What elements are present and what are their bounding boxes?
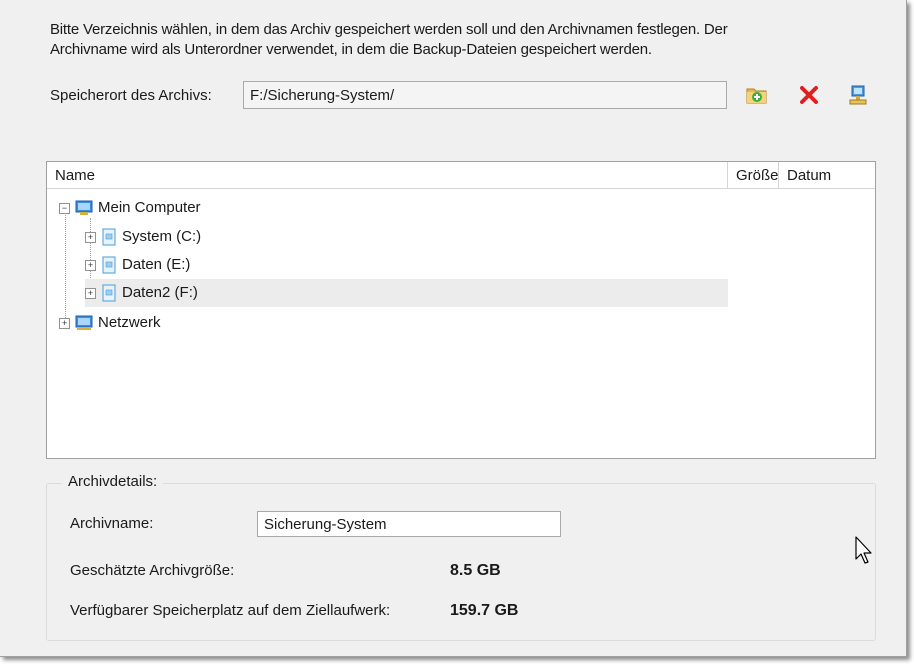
- backup-location-dialog: Bitte Verzeichnis wählen, in dem das Arc…: [0, 0, 907, 657]
- computer-icon: [75, 200, 93, 215]
- free-space-label: Verfügbarer Speicherplatz auf dem Ziella…: [70, 602, 391, 619]
- tree-item-daten-e[interactable]: + Daten (E:): [85, 251, 685, 279]
- tree-item-label: Daten2 (F:): [122, 284, 198, 301]
- estimated-size-label: Geschätzte Archivgröße:: [70, 562, 235, 579]
- tree-item-netzwerk[interactable]: + Netzwerk: [59, 309, 659, 337]
- tree-item-label: Mein Computer: [98, 199, 201, 216]
- archive-details-title: Archivdetails:: [62, 472, 164, 492]
- drive-icon: [102, 256, 116, 274]
- expand-toggle[interactable]: +: [59, 317, 70, 329]
- delete-icon: [800, 86, 818, 104]
- location-label: Speicherort des Archivs:: [50, 87, 212, 104]
- network-icon: [75, 315, 93, 330]
- tree-item-label: Daten (E:): [122, 256, 191, 273]
- mouse-cursor-icon: [855, 536, 872, 564]
- drive-icon: [102, 284, 116, 302]
- location-input[interactable]: [243, 81, 727, 109]
- delete-button[interactable]: [795, 82, 823, 108]
- tree-item-label: System (C:): [122, 228, 202, 245]
- archive-name-input[interactable]: [257, 511, 561, 537]
- tree-item-label: Netzwerk: [98, 314, 161, 331]
- new-folder-icon: [746, 88, 767, 104]
- drive-icon: [102, 228, 116, 246]
- expand-toggle[interactable]: +: [85, 231, 96, 243]
- network-drive-button[interactable]: [844, 82, 872, 108]
- estimated-size-value: 8.5 GB: [450, 562, 501, 579]
- expand-toggle[interactable]: +: [85, 287, 96, 299]
- free-space-value: 159.7 GB: [450, 602, 519, 619]
- tree-item-mein-computer[interactable]: − Mein Computer: [59, 194, 659, 222]
- archive-name-label: Archivname:: [70, 515, 154, 532]
- new-folder-button[interactable]: [743, 82, 771, 108]
- column-header-date[interactable]: Datum: [779, 162, 875, 189]
- column-header-name[interactable]: Name: [47, 162, 728, 189]
- column-header-size[interactable]: Größe: [728, 162, 779, 189]
- collapse-toggle[interactable]: −: [59, 202, 70, 214]
- tree-item-system-c[interactable]: + System (C:): [85, 223, 685, 251]
- tree-item-daten2-f[interactable]: + Daten2 (F:): [85, 279, 728, 307]
- folder-tree[interactable]: Name Größe Datum − Mein Computer + Syste…: [46, 161, 876, 459]
- intro-text: Bitte Verzeichnis wählen, in dem das Arc…: [50, 21, 728, 58]
- network-drive-icon: [849, 85, 867, 105]
- tree-connector: [65, 212, 66, 324]
- expand-toggle[interactable]: +: [85, 259, 96, 271]
